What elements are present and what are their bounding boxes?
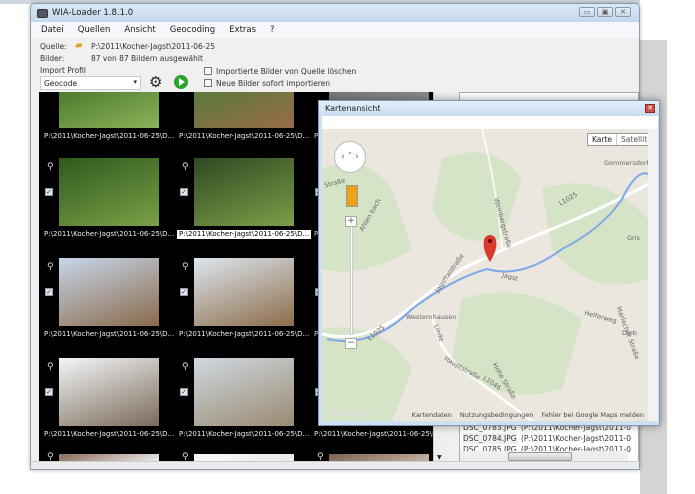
minimize-button[interactable]: ▭ [579,7,595,17]
import-profile-value: Geocode [44,79,78,88]
menu-bar: Datei Quellen Ansicht Geocoding Extras ? [31,22,639,38]
status-bar [31,461,639,469]
delete-imported-checkbox[interactable] [204,67,212,75]
scroll-thumb[interactable] [508,452,572,461]
report-error-link[interactable]: Fehler bei Google Maps melden [541,411,644,419]
source-path: P:\2011\Kocher-Jagst\2011-06-25 [91,42,216,51]
pegman-icon[interactable] [346,185,358,207]
scroll-down-icon[interactable]: ▼ [437,454,442,461]
thumbnail-item[interactable]: P:\2011\Kocher-Jagst\2011-06-25\D... [174,92,309,144]
thumbnail-image[interactable] [194,92,294,128]
thumbnail-label: P:\2011\Kocher-Jagst\2011-06-25\D... [44,430,175,438]
window-title: WIA-Loader 1.8.1.0 [52,8,134,18]
thumbnail-image[interactable] [194,358,294,426]
terms-link[interactable]: Nutzungsbedingungen [460,411,533,419]
thumbnail-image[interactable] [194,258,294,326]
google-logo: Google [328,406,372,419]
thumbnail-label: P:\2011\Kocher-Jagst\2011-06-25\D... [177,230,312,239]
play-import-button[interactable] [174,75,188,89]
thumbnail-item[interactable]: ⚲ ✓ P:\2011\Kocher-Jagst\2011-06-25\D... [174,258,309,358]
thumbnail-image[interactable] [194,158,294,226]
thumbnail-label: P:\2011\Kocher-Jagst\2011-06-25\D... [44,230,175,238]
thumbnail-label: P:\2011\Kocher-Jagst\2011-06-25\D... [179,430,310,438]
auto-import-checkbox[interactable] [204,79,212,87]
map-data-link[interactable]: Kartendaten [412,411,452,419]
maximize-button[interactable]: ▣ [597,7,613,17]
chevron-down-icon: ▾ [133,78,137,86]
map-header [322,116,658,129]
import-profile-select[interactable]: Geocode ▾ [40,76,141,90]
thumbnail-item[interactable]: P:\2011\Kocher-Jagst\2011-06-25\D... [39,92,174,144]
delete-imported-option[interactable]: Importierte Bilder von Quelle löschen [204,67,356,76]
delete-imported-label: Importierte Bilder von Quelle löschen [216,67,357,76]
place-label: Gris [627,234,640,242]
file-list-row[interactable]: DSC_0784.JPG (P:\2011\Kocher-Jagst\2011-0 [463,433,631,444]
pin-icon: ⚲ [182,362,189,372]
thumbnail-image[interactable] [59,158,159,226]
folder-icon[interactable]: ▰ [75,40,83,51]
thumbnail-item[interactable]: ⚲ ✓ P:\2011\Kocher-Jagst\2011-06-25\D... [39,258,174,358]
menu-help[interactable]: ? [270,25,275,35]
file-name: DSC_0784.JPG [463,434,517,443]
menu-extras[interactable]: Extras [229,25,256,35]
map-view[interactable]: Gommersdorf Westernhausen Jagst L1025 L1… [322,129,648,421]
thumbnail-label: P:\2011\Kocher-Jagst\2011-06-25\D... [44,330,175,338]
pan-control-icon[interactable]: ‹ ˄ › [334,141,366,173]
thumbnail-checkbox[interactable]: ✓ [45,388,53,396]
map-scrollbar[interactable] [648,129,658,421]
map-title: Kartenansicht [325,104,381,113]
map-footer: Kartendaten Nutzungsbedingungen Fehler b… [412,411,644,419]
thumbnail-image[interactable] [59,358,159,426]
place-label: Dieb [622,329,637,337]
images-label: Bilder: [40,54,65,63]
thumbnail-checkbox[interactable]: ✓ [45,188,53,196]
source-label: Quelle: [40,42,67,51]
pin-icon: ⚲ [182,162,189,172]
pin-icon: ⚲ [47,362,54,372]
thumbnail-checkbox[interactable]: ✓ [180,188,188,196]
thumbnail-label: P:\2011\Kocher-Jagst\2011-06-25\D... [44,132,175,140]
menu-quellen[interactable]: Quellen [78,25,111,35]
map-type-control: Karte Satellit [587,133,648,146]
map-dialog: Kartenansicht ✕ Gommersdorf Westernhause… [318,100,660,426]
thumbnail-label: P:\2011\Kocher-Jagst\2011-06-25\D... [179,330,310,338]
pin-icon: ⚲ [47,262,54,272]
place-label: Gommersdorf [604,159,648,167]
title-bar: WIA-Loader 1.8.1.0 [31,4,639,22]
images-summary: 87 von 87 Bildern ausgewählt [91,54,203,63]
thumbnail-item[interactable]: ⚲ ✓ P:\2011\Kocher-Jagst\2011-06-25\D... [39,158,174,258]
map-close-button[interactable]: ✕ [645,104,655,113]
thumbnail-image[interactable] [59,92,159,128]
thumbnail-item[interactable]: ⚲ ✓ P:\2011\Kocher-Jagst\2011-06-25\D... [39,358,174,458]
gear-icon[interactable]: ⚙ [149,74,162,90]
thumbnail-item[interactable]: ⚲ ✓ P:\2011\Kocher-Jagst\2011-06-25\D... [174,158,312,258]
pin-icon: ⚲ [182,262,189,272]
pin-icon: ⚲ [47,162,54,172]
zoom-in-button[interactable]: + [345,216,357,227]
thumbnail-checkbox[interactable]: ✓ [180,388,188,396]
thumbnail-image[interactable] [59,258,159,326]
file-path: (P:\2011\Kocher-Jagst\2011-0 [521,434,631,443]
map-type-satellit[interactable]: Satellit [616,134,648,145]
menu-geocoding[interactable]: Geocoding [170,25,215,35]
import-profile-label: Import Profil [40,66,86,75]
map-type-karte[interactable]: Karte [588,134,616,145]
zoom-slider[interactable] [350,225,353,335]
menu-datei[interactable]: Datei [41,25,64,35]
zoom-out-button[interactable]: − [345,338,357,349]
auto-import-label: Neue Bilder sofort importieren [216,79,331,88]
thumbnail-checkbox[interactable]: ✓ [45,288,53,296]
place-label: Westernhausen [406,313,457,321]
menu-ansicht[interactable]: Ansicht [124,25,155,35]
thumbnail-item[interactable]: ⚲ ✓ P:\2011\Kocher-Jagst\2011-06-25\D... [174,358,309,458]
auto-import-option[interactable]: Neue Bilder sofort importieren [204,79,330,88]
thumbnail-label: P:\2011\Kocher-Jagst\2011-06-25\D... [179,132,310,140]
map-title-bar: Kartenansicht [319,101,659,116]
camera-icon [37,8,48,18]
close-button[interactable]: ✕ [615,7,631,17]
thumbnail-label: P:\2011\Kocher-Jagst\2011-06-25\D... [314,430,433,438]
thumbnail-checkbox[interactable]: ✓ [180,288,188,296]
